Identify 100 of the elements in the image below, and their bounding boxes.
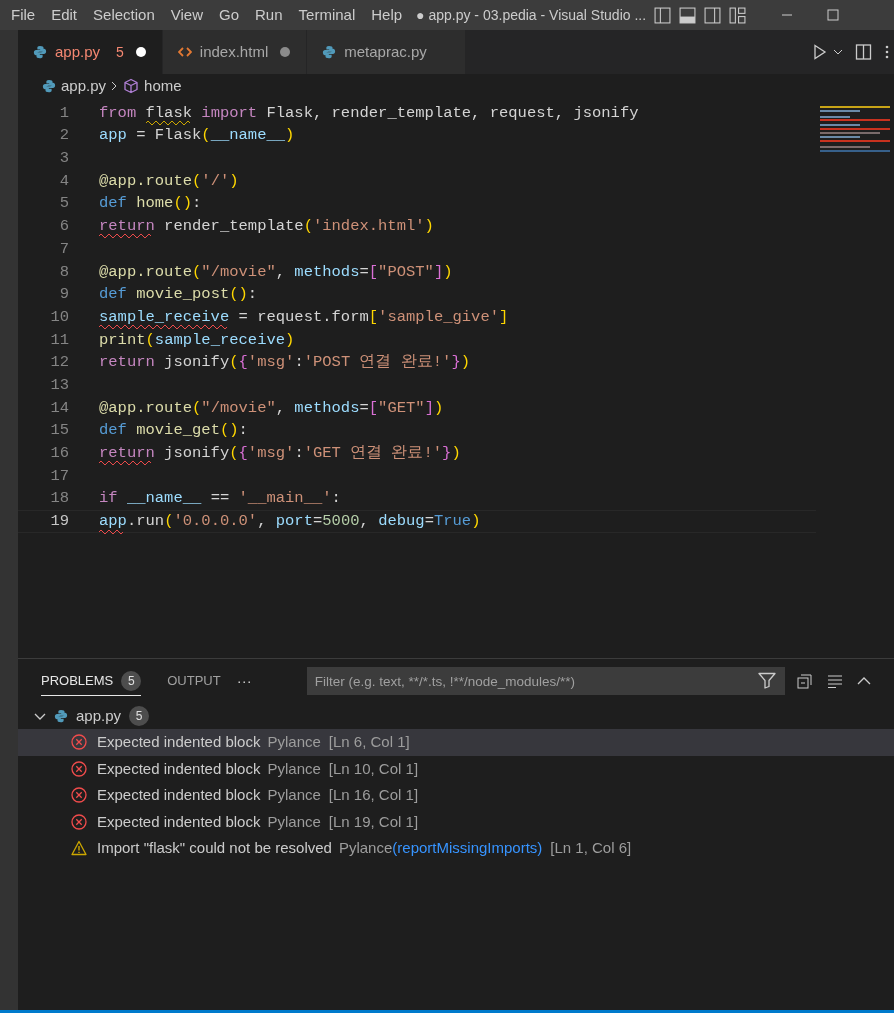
line-number: 3	[58, 148, 69, 170]
error-icon	[71, 813, 87, 830]
problem-location: [Ln 6, Col 1]	[328, 732, 410, 752]
filter-icon[interactable]	[757, 672, 776, 689]
problem-source: Pylance	[267, 758, 321, 779]
editor-tab[interactable]: index.html	[162, 30, 308, 74]
layout-grid-icon[interactable]	[729, 6, 747, 24]
menu-item[interactable]: Terminal	[290, 3, 364, 27]
code-line: def movie_post():	[99, 284, 258, 306]
code-line: sample_receive = request.form['sample_give']	[99, 306, 509, 328]
code-line: @app.route("/movie", methods=["POST"])	[99, 261, 453, 283]
python-icon	[54, 709, 68, 723]
problem-location: [Ln 10, Col 1]	[328, 758, 419, 779]
cube-icon	[123, 78, 140, 94]
error-icon	[71, 734, 87, 751]
line-number: 12	[49, 352, 69, 374]
menu-item[interactable]: Help	[363, 3, 411, 27]
problem-source: Pylance	[267, 811, 321, 832]
filter-field[interactable]: Filter (e.g. text, **/*.ts, !**/node_modules/**)	[306, 667, 785, 695]
menu-item[interactable]: Go	[211, 3, 247, 27]
code-line: return jsonify({'msg':'GET 연결 완료!'})	[99, 443, 461, 465]
tab-label: metaprac.py	[344, 41, 427, 62]
problem-row[interactable]: Expected indented block Pylance [Ln 16, Col 1]	[18, 782, 894, 809]
line-number: 10	[49, 306, 69, 328]
menu-item[interactable]: Run	[247, 3, 291, 27]
chevron-up-icon[interactable]	[856, 676, 871, 686]
window-title: ● app.py - 03.pedia - Visual Studio ...	[416, 5, 647, 25]
error-icon	[71, 760, 87, 777]
menu-item[interactable]: File	[3, 3, 44, 27]
line-number: 18	[49, 488, 69, 510]
tab-label: index.html	[199, 41, 269, 62]
line-number: 15	[49, 420, 69, 442]
problem-location: [Ln 19, Col 1]	[328, 811, 419, 832]
editor-tab[interactable]: metaprac.py	[307, 30, 466, 74]
code-line: print(sample_receive)	[99, 329, 295, 351]
more-actions[interactable]: ···	[236, 669, 252, 693]
line-number: 1	[58, 102, 69, 124]
line-number: 9	[58, 284, 69, 306]
problem-row[interactable]: Expected indented block Pylance [Ln 6, Col 1]	[18, 729, 894, 756]
count-badge: 5	[129, 706, 150, 726]
code-line: app.run('0.0.0.0', port=5000, debug=True)	[99, 511, 481, 533]
line-number: 6	[58, 216, 69, 238]
code-line: def home():	[99, 193, 202, 215]
code-line: return jsonify({'msg':'POST 연결 완료!'})	[99, 352, 471, 374]
secondary-sidebar-icon[interactable]	[704, 6, 722, 24]
python-icon	[42, 79, 56, 93]
tab-label: app.py	[55, 41, 101, 62]
code-line: return render_template('index.html')	[99, 216, 434, 238]
line-number: 16	[49, 443, 69, 465]
code-line: from flask import Flask, render_template, request, jsonify	[99, 102, 639, 124]
line-number: 17	[49, 465, 69, 487]
collapse-all-icon[interactable]	[796, 673, 813, 689]
problem-message: Expected indented block	[97, 811, 261, 832]
breadcrumb-item[interactable]: home	[144, 74, 182, 98]
line-number: 13	[49, 374, 69, 396]
panel-layout-icon[interactable]	[679, 6, 697, 24]
panel-tab[interactable]: OUTPUT	[167, 666, 221, 696]
code-line: def movie_get():	[99, 420, 248, 442]
problem-location: [Ln 1, Col 6]	[550, 838, 632, 858]
menu-item[interactable]: Selection	[85, 3, 163, 27]
problem-message: Expected indented block	[97, 758, 261, 779]
line-number: 11	[49, 329, 69, 351]
line-number: 14	[49, 397, 69, 419]
list-icon[interactable]	[826, 674, 843, 688]
chevron-right-icon	[111, 81, 119, 91]
problem-message: Import "flask" could not be resolved	[97, 838, 332, 858]
line-number: 2	[58, 125, 69, 147]
run-icon[interactable]	[813, 44, 827, 60]
minimap-drawing	[820, 106, 890, 152]
line-number: 4	[58, 170, 69, 192]
panel-tab[interactable]: PROBLEMS 5	[41, 666, 142, 696]
problem-source: Pylance	[267, 785, 321, 805]
problem-location: [Ln 16, Col 1]	[328, 785, 419, 805]
line-number: 19	[49, 511, 69, 533]
count-badge: 5	[121, 670, 142, 691]
menu-item[interactable]: View	[162, 3, 211, 27]
maximize-icon[interactable]	[827, 9, 840, 21]
sidebar-layout-icon[interactable]	[654, 6, 672, 24]
code-line: @app.route('/')	[99, 170, 239, 192]
chevron-down-icon[interactable]	[833, 48, 843, 56]
problem-source: Pylance	[338, 838, 393, 858]
line-number: 5	[58, 193, 69, 215]
file-node[interactable]: app.py 5	[18, 703, 894, 729]
problem-row[interactable]: Expected indented block Pylance [Ln 19, Col 1]	[18, 808, 894, 835]
breadcrumb-item[interactable]: app.py	[61, 74, 107, 98]
problem-row[interactable]: Expected indented block Pylance [Ln 10, Col 1]	[18, 755, 894, 782]
more-icon[interactable]	[884, 44, 890, 60]
split-editor-icon[interactable]	[855, 44, 872, 60]
code-line: @app.route("/movie", methods=["GET"])	[99, 397, 444, 419]
rule-link[interactable]: (reportMissingImports)	[392, 837, 543, 860]
menu-item[interactable]: Edit	[43, 3, 86, 27]
line-number: 7	[58, 238, 69, 260]
warning-icon	[71, 840, 87, 857]
problem-source: Pylance	[267, 732, 321, 752]
problem-count: 5	[116, 42, 124, 62]
python-icon	[322, 45, 337, 59]
python-icon	[33, 45, 47, 59]
editor-tab[interactable]: app.py 5	[18, 30, 163, 74]
angle-brackets-icon	[177, 46, 192, 58]
problem-row[interactable]: Import "flask" could not be resolved Pylance(reportMissingImports) [Ln 1, Col 6]	[18, 835, 894, 862]
